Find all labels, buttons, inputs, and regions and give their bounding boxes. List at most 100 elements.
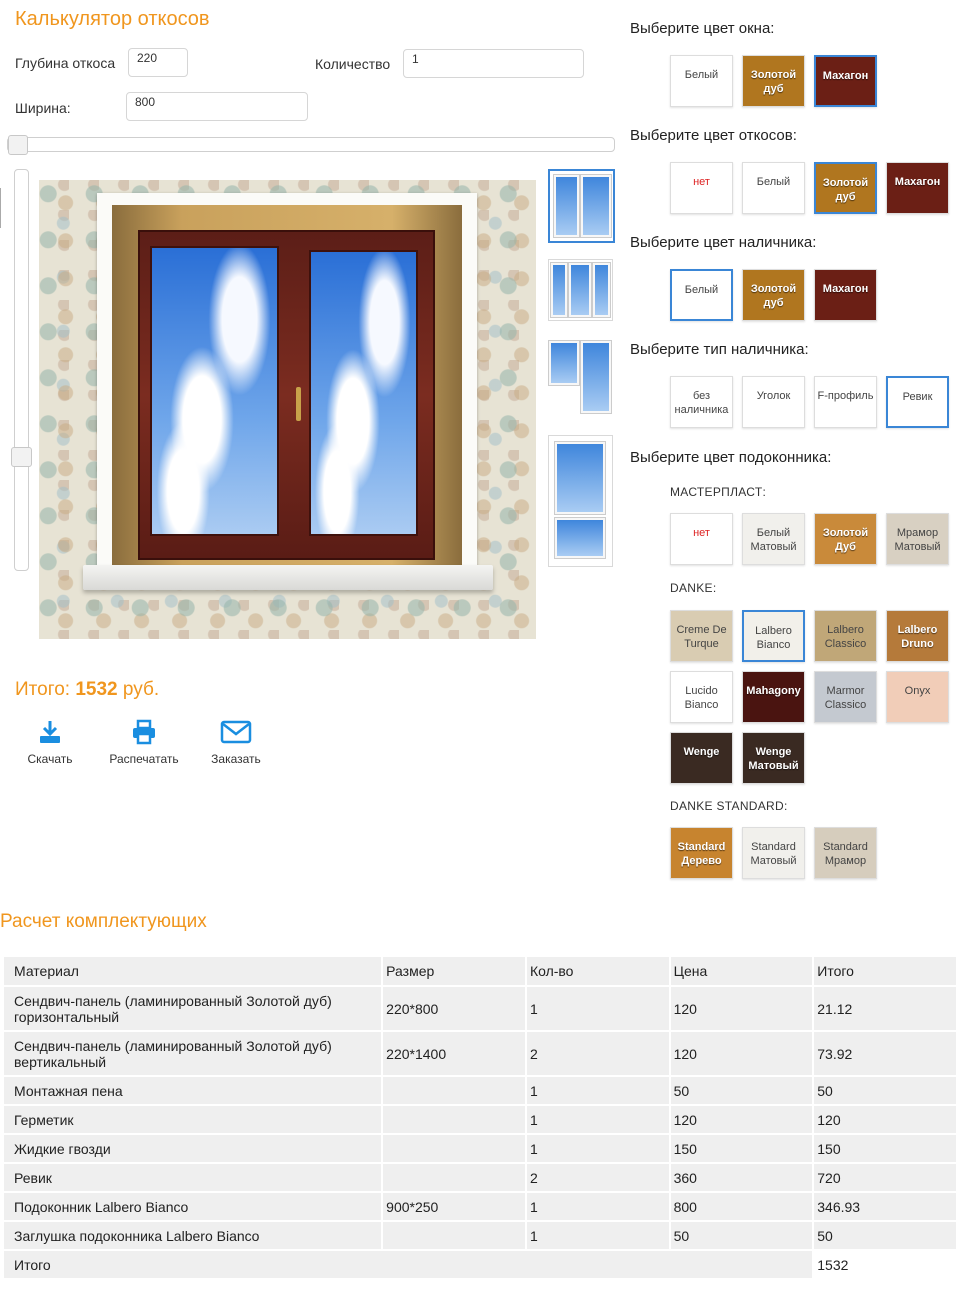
calculator-title: Калькулятор откосов [15, 8, 210, 30]
casing-type-option[interactable]: без наличника [670, 376, 733, 428]
cell-size: 900*250 [383, 1193, 525, 1220]
quantity-input[interactable]: 1 [403, 49, 584, 78]
window-color-swatch[interactable]: Золотой дуб [742, 55, 805, 107]
sill-color-swatch[interactable]: Creme De Turque [670, 610, 733, 662]
casing-color-swatch[interactable]: Махагон [814, 269, 877, 321]
sill-color-swatch-label: Standard Дерево [677, 841, 726, 867]
width-label: Ширина: [15, 100, 71, 116]
casing-color-swatch[interactable]: Белый [670, 269, 733, 321]
sill-color-swatch[interactable]: Standard Матовый [742, 827, 805, 879]
table-row: Заглушка подоконника Lalbero Bianco 1 50 50 [4, 1222, 956, 1249]
casing-type-option-label: без наличника [674, 390, 729, 416]
sill-color-swatch[interactable]: Onyx [886, 671, 949, 723]
sill-color-swatch[interactable]: Lalbero Druno [886, 610, 949, 662]
pane-icon [593, 263, 610, 317]
sill-color-swatch[interactable]: Marmor Classico [814, 671, 877, 723]
pane-icon [554, 175, 579, 237]
window-type-double[interactable] [548, 169, 615, 243]
scale-marker [0, 188, 3, 228]
window-handle-icon [296, 387, 301, 421]
cell-material: Сендвич-панель (ламинированный Золотой д… [4, 1032, 382, 1075]
download-button[interactable]: Скачать [22, 718, 78, 766]
height-slider-handle[interactable] [11, 447, 32, 468]
sill-color-swatch[interactable]: Золотой Дуб [814, 513, 877, 565]
header-price: Цена [670, 957, 813, 985]
slope-color-swatch[interactable]: Золотой дуб [814, 162, 877, 214]
sill-color-swatch[interactable]: Wenge [670, 732, 733, 784]
cell-price: 120 [670, 1032, 813, 1075]
total-label: Итого: [15, 679, 71, 700]
width-slider[interactable] [7, 135, 615, 155]
cell-size [383, 1164, 525, 1191]
width-slider-handle[interactable] [8, 135, 28, 155]
window-type-triple[interactable] [548, 259, 613, 321]
cell-price: 360 [670, 1164, 813, 1191]
components-table: Материал Размер Кол-во Цена Итого Сендви… [2, 955, 958, 1280]
print-icon [133, 719, 155, 745]
sill-color-swatch-label: Wenge Матовый [748, 746, 799, 772]
casing-type-option[interactable]: Ревик [886, 376, 949, 428]
cell-price: 120 [670, 987, 813, 1030]
sill-color-swatch[interactable]: Standard Дерево [670, 827, 733, 879]
sill-color-swatch[interactable]: Lalbero Classico [814, 610, 877, 662]
window-glass-left [150, 246, 279, 536]
sill-color-swatch[interactable]: Белый Матовый [742, 513, 805, 565]
slope-color-swatch[interactable]: нет [670, 162, 733, 214]
height-slider[interactable] [11, 169, 32, 571]
slope-color-swatch[interactable]: Белый [742, 162, 805, 214]
casing-type-title: Выберите тип наличника: [630, 341, 809, 358]
cell-material: Жидкие гвозди [4, 1135, 382, 1162]
sill-color-swatch[interactable]: нет [670, 513, 733, 565]
window-color-swatch[interactable]: Белый [670, 55, 733, 107]
window-type-door[interactable] [548, 435, 613, 567]
footer-total: 1532 [814, 1251, 956, 1278]
cell-size [383, 1135, 525, 1162]
cell-qty: 2 [526, 1164, 669, 1191]
sill-color-swatch[interactable]: Мрамор Матовый [886, 513, 949, 565]
sill-color-swatch-label: Белый Матовый [750, 527, 797, 553]
width-input[interactable]: 800 [126, 92, 308, 121]
sill-color-swatch[interactable]: Wenge Матовый [742, 732, 805, 784]
cell-size [383, 1077, 525, 1104]
print-button[interactable]: Распечатать [104, 718, 184, 766]
cell-price: 50 [670, 1222, 813, 1249]
sill-color-swatch-label: Mahagony [746, 685, 801, 697]
casing-color-swatch-label: Махагон [822, 283, 869, 295]
cell-price: 800 [670, 1193, 813, 1220]
sill-color-swatch[interactable]: Standard Мрамор [814, 827, 877, 879]
cell-qty: 1 [526, 1193, 669, 1220]
sill-color-swatch[interactable]: Mahagony [742, 671, 805, 723]
casing-color-title: Выберите цвет наличника: [630, 234, 817, 251]
slope-color-swatch-label: Золотой дуб [822, 177, 869, 203]
sill-color-swatch-label: Золотой Дуб [822, 527, 869, 553]
casing-type-option[interactable]: Уголок [742, 376, 805, 428]
header-material: Материал [4, 957, 382, 985]
window-color-swatch-label: Белый [684, 69, 719, 81]
total-price: Итого: 1532 руб. [15, 679, 159, 701]
total-unit: руб. [122, 679, 160, 700]
window-type-balcony[interactable] [548, 339, 614, 415]
order-button[interactable]: Заказать [206, 718, 266, 766]
pane-icon [569, 263, 591, 317]
print-label: Распечатать [109, 752, 179, 766]
pane-icon [555, 518, 605, 558]
cell-qty: 1 [526, 987, 669, 1030]
sill-color-swatch-label: Creme De Turque [676, 624, 727, 650]
slope-color-swatch-label: нет [693, 176, 710, 188]
casing-type-option-label: Ревик [902, 391, 933, 403]
depth-input[interactable]: 220 [128, 48, 188, 77]
pane-icon [549, 341, 579, 385]
download-label: Скачать [27, 752, 73, 766]
cell-total: 720 [814, 1164, 956, 1191]
sill-color-swatch-label: Мрамор Матовый [894, 527, 941, 553]
table-footer-row: Итого 1532 [4, 1251, 956, 1278]
window-color-swatch[interactable]: Махагон [814, 55, 877, 107]
quantity-label: Количество [315, 56, 391, 72]
slope-color-title: Выберите цвет откосов: [630, 127, 797, 144]
casing-type-option[interactable]: F-профиль [814, 376, 877, 428]
sill-color-swatch[interactable]: Lalbero Bianco [742, 610, 805, 662]
casing-color-swatch[interactable]: Золотой дуб [742, 269, 805, 321]
slope-color-swatch[interactable]: Махагон [886, 162, 949, 214]
sill-color-swatch[interactable]: Lucido Bianco [670, 671, 733, 723]
sill-color-swatch-label: нет [693, 527, 710, 539]
